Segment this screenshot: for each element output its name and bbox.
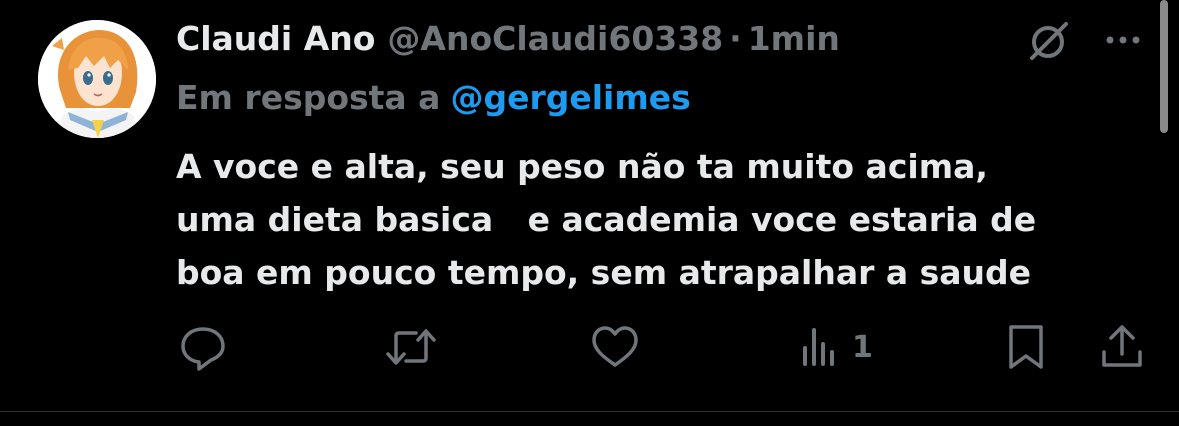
- reply-icon: [181, 327, 225, 371]
- separator-dot: ·: [729, 18, 742, 58]
- share-button[interactable]: [1098, 322, 1146, 372]
- repost-icon: [386, 329, 436, 365]
- grok-icon[interactable]: [1026, 18, 1072, 64]
- avatar[interactable]: [38, 20, 156, 138]
- repost-button[interactable]: [384, 322, 438, 372]
- like-icon: [592, 326, 638, 367]
- views-icon: [803, 328, 834, 366]
- tweet-text-line: boa em pouco tempo, sem atrapalhar a sau…: [176, 253, 1032, 292]
- views-button[interactable]: 1: [800, 322, 873, 372]
- share-icon: [1102, 325, 1142, 367]
- anime-avatar-image: [38, 20, 156, 138]
- tweet-header: Claudi Ano @AnoClaudi60338 · 1min: [176, 16, 840, 60]
- timestamp[interactable]: 1min: [748, 19, 840, 58]
- tweet[interactable]: Claudi Ano @AnoClaudi60338 · 1min Em res…: [0, 0, 1179, 426]
- bookmark-icon: [1009, 325, 1043, 369]
- author-name[interactable]: Claudi Ano: [176, 19, 375, 58]
- reply-prefix: Em resposta a: [176, 77, 441, 117]
- scrollbar[interactable]: [1160, 0, 1168, 133]
- reply-mention-link[interactable]: @gergelimes: [450, 78, 690, 117]
- more-icon[interactable]: [1100, 28, 1146, 52]
- tweet-text-line: uma dieta basica e academia voce estaria…: [176, 200, 1037, 239]
- tweet-text-line: A voce e alta, seu peso não ta muito aci…: [176, 147, 988, 186]
- reply-button[interactable]: [178, 322, 228, 372]
- author-handle[interactable]: @AnoClaudi60338: [387, 19, 723, 58]
- views-count: 1: [852, 329, 873, 365]
- divider: [0, 411, 1179, 412]
- reply-context: Em resposta a @gergelimes: [176, 75, 691, 119]
- bookmark-button[interactable]: [1004, 322, 1048, 372]
- like-button[interactable]: [590, 322, 640, 372]
- tweet-text: A voce e alta, seu peso não ta muito aci…: [176, 140, 1136, 299]
